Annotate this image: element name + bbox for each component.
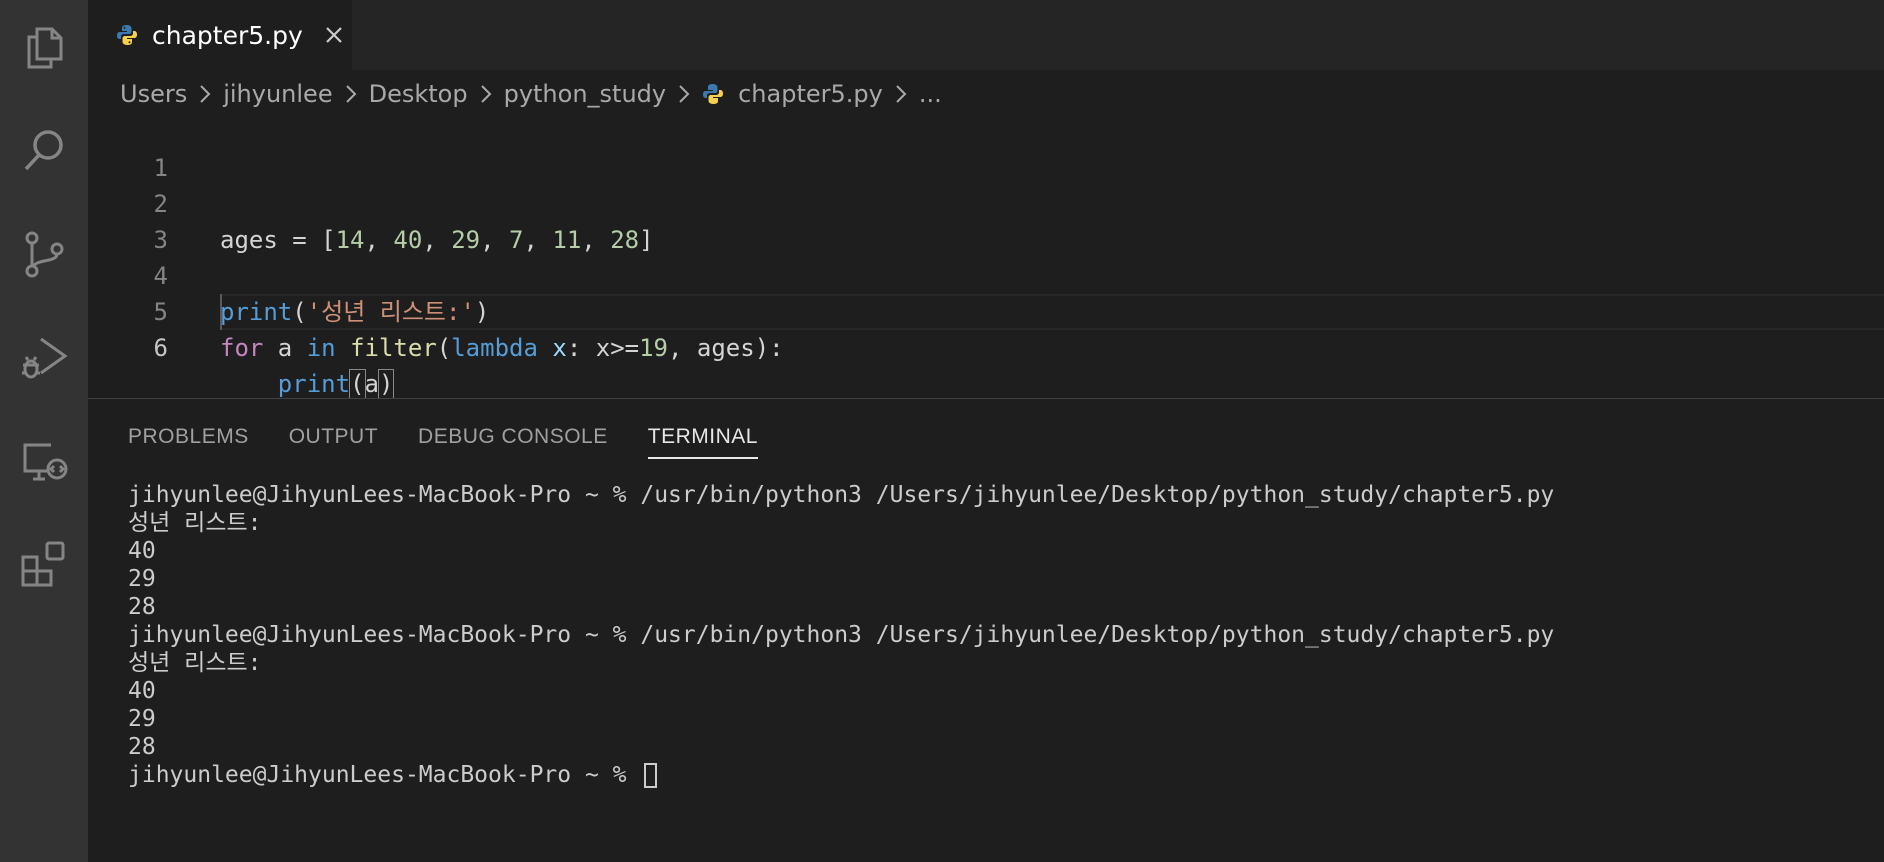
terminal-line: jihyunlee@JihyunLees-MacBook-Pro ~ % /us… [128, 622, 1555, 648]
chevron-right-icon [896, 85, 907, 103]
terminal-cursor [644, 763, 658, 788]
run-debug-icon[interactable] [0, 308, 88, 408]
breadcrumb-item-chapter5-py[interactable]: chapter5.py [738, 80, 883, 108]
remote-explorer-icon[interactable] [0, 412, 88, 512]
breadcrumb-item-more[interactable]: ... [919, 80, 942, 108]
breadcrumb-item-desktop[interactable]: Desktop [369, 80, 468, 108]
chevron-right-icon [480, 85, 491, 103]
extensions-icon[interactable] [0, 514, 88, 614]
terminal-line: 28 [128, 734, 156, 760]
code-text: print(a) [277, 369, 395, 399]
tab-problems[interactable]: PROBLEMS [128, 419, 249, 459]
breadcrumb-item-users[interactable]: Users [120, 80, 187, 108]
terminal-line: 29 [128, 566, 156, 592]
close-icon[interactable] [323, 24, 345, 46]
code-line[interactable]: 5 for a in filter(lambda x: x>=19, ages)… [88, 258, 1884, 362]
terminal-line: 성년 리스트: [128, 510, 262, 536]
terminal-line: 29 [128, 706, 156, 732]
activity-bar [0, 0, 88, 862]
editor-tabs-bar: chapter5.py [88, 0, 1884, 70]
tab-chapter5-py[interactable]: chapter5.py [88, 0, 352, 70]
breadcrumb-item-python-study[interactable]: python_study [504, 80, 667, 108]
indent-guide [220, 294, 222, 330]
terminal-prompt-line[interactable]: jihyunlee@JihyunLees-MacBook-Pro ~ % [128, 761, 1884, 789]
bottom-panel: PROBLEMS OUTPUT DEBUG CONSOLE TERMINAL j… [88, 398, 1884, 862]
terminal-line: 40 [128, 538, 156, 564]
source-control-icon[interactable] [0, 204, 88, 304]
line-number: 6 [153, 334, 168, 362]
code-line[interactable]: 4 print('성년 리스트:') [88, 222, 1884, 326]
terminal-line: 28 [128, 594, 156, 620]
tab-debug-console[interactable]: DEBUG CONSOLE [418, 419, 608, 459]
code-editor[interactable]: 1 2 ages = [14, 40, 29, 7, 11, 28] 3 4 p… [88, 114, 1884, 399]
code-line-active[interactable]: 6 print(a) [88, 294, 1884, 399]
chevron-right-icon [679, 85, 690, 103]
search-icon[interactable] [0, 100, 88, 200]
code-line[interactable]: 3 [88, 186, 1884, 254]
terminal[interactable]: jihyunlee@JihyunLees-MacBook-Pro ~ % /us… [128, 481, 1884, 789]
terminal-prompt: jihyunlee@JihyunLees-MacBook-Pro ~ % [128, 762, 641, 788]
chevron-right-icon [345, 85, 357, 103]
tab-label: chapter5.py [152, 20, 303, 50]
code-line[interactable]: 2 ages = [14, 40, 29, 7, 11, 28] [88, 150, 1884, 254]
terminal-line: jihyunlee@JihyunLees-MacBook-Pro ~ % /us… [128, 482, 1555, 508]
breadcrumb: Users jihyunlee Desktop python_study cha… [120, 74, 942, 114]
breadcrumb-item-jihyunlee[interactable]: jihyunlee [223, 80, 332, 108]
code-text: for a in filter(lambda x: x>=19, ages): [220, 334, 784, 362]
terminal-line: 성년 리스트: [128, 650, 262, 676]
panel-tabs: PROBLEMS OUTPUT DEBUG CONSOLE TERMINAL [128, 419, 798, 459]
terminal-line: 40 [128, 678, 156, 704]
files-icon[interactable] [0, 0, 88, 96]
code-line[interactable]: 1 [88, 114, 1884, 182]
tab-terminal[interactable]: TERMINAL [647, 419, 758, 459]
python-file-icon [703, 84, 724, 104]
tab-output[interactable]: OUTPUT [289, 419, 378, 459]
chevron-right-icon [200, 85, 211, 103]
python-file-icon [117, 25, 137, 45]
